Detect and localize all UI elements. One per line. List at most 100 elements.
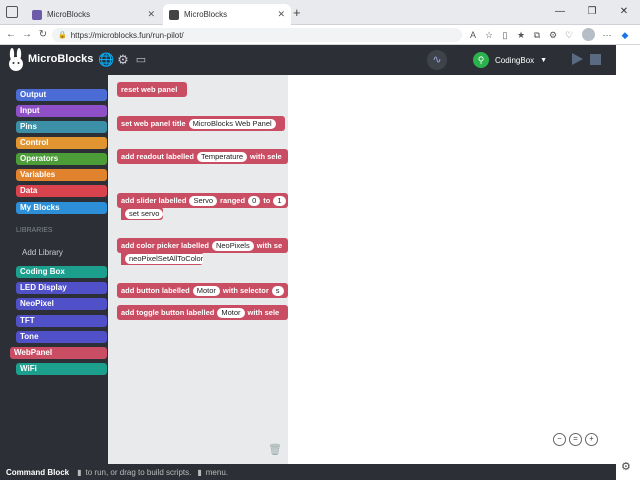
chevron-down-icon: ▼ <box>540 56 548 64</box>
block-label: add toggle button labelled <box>121 308 215 317</box>
favorite-icon[interactable]: ☆ <box>482 28 496 42</box>
category-pins[interactable]: Pins <box>16 121 107 133</box>
profile-avatar[interactable] <box>582 28 595 41</box>
url-field[interactable]: 🔒 https://microblocks.fun/run-pilot/ <box>52 28 462 42</box>
zoom-in-icon[interactable]: + <box>585 433 598 446</box>
block-add-slider[interactable]: add slider labelled Servo ranged 0 to 1 <box>117 193 288 208</box>
block-label: ranged <box>220 196 246 205</box>
favorites-icon[interactable]: ★ <box>514 28 528 42</box>
block-label: reset web panel <box>121 85 178 94</box>
scripting-area[interactable] <box>288 75 616 464</box>
label-input[interactable]: Temperature <box>196 151 248 162</box>
max-input[interactable]: 1 <box>273 195 286 206</box>
browser-sidebar <box>616 45 640 480</box>
block-label: with se <box>256 241 283 250</box>
file-icon[interactable]: ▭ <box>134 53 148 67</box>
label-input[interactable]: Motor <box>217 307 245 318</box>
status-menu-hint: menu. <box>205 467 228 477</box>
library-neopixel[interactable]: NeoPixel <box>16 298 107 310</box>
block-label: add slider labelled <box>121 196 187 205</box>
lock-icon: 🔒 <box>58 32 67 39</box>
library-led-display[interactable]: LED Display <box>16 282 107 294</box>
add-library-button[interactable]: Add Library <box>22 248 63 257</box>
block-set-servo[interactable]: set servo <box>121 207 163 220</box>
tab-title: MicroBlocks <box>184 10 228 19</box>
more-icon[interactable]: ⋯ <box>600 28 614 42</box>
block-label: with sele <box>247 308 280 317</box>
block-neopixel-set-all[interactable]: neoPixelSetAllToColor <box>121 252 203 265</box>
globe-icon[interactable]: 🌐 <box>98 53 114 67</box>
collections-icon[interactable]: ⧉ <box>530 28 544 42</box>
block-label: with sele <box>250 152 282 161</box>
refresh-icon[interactable]: ↻ <box>36 25 50 45</box>
handler-input[interactable]: set servo <box>125 208 163 219</box>
label-input[interactable]: NeoPixels <box>211 240 254 251</box>
libraries-heading: LIBRARIES <box>16 227 53 234</box>
library-webpanel[interactable]: WebPanel <box>10 347 107 359</box>
zoom-reset-icon[interactable]: = <box>569 433 582 446</box>
label-input[interactable]: Servo <box>189 195 218 206</box>
gear-icon[interactable]: ⚙ <box>116 53 130 67</box>
copilot-icon[interactable]: ◆ <box>618 28 632 42</box>
library-tone[interactable]: Tone <box>16 331 107 343</box>
category-operators[interactable]: Operators <box>16 153 107 165</box>
new-tab-icon[interactable]: + <box>293 5 301 20</box>
minimize-button[interactable]: — <box>544 0 576 24</box>
library-tft[interactable]: TFT <box>16 315 107 327</box>
category-control[interactable]: Control <box>16 137 107 149</box>
tab-actions-icon[interactable] <box>6 6 18 18</box>
maximize-button[interactable]: ❐ <box>576 0 608 24</box>
sidebar-settings-icon[interactable]: ⚙ <box>621 460 631 473</box>
window-controls: — ❐ ✕ <box>544 0 640 24</box>
trash-icon[interactable]: 🗑 <box>268 443 282 456</box>
forward-icon[interactable]: → <box>20 25 34 45</box>
board-selector[interactable]: ⚲ CodingBox ▼ <box>473 51 553 69</box>
block-add-readout[interactable]: add readout labelled Temperature with se… <box>117 149 288 164</box>
category-input[interactable]: Input <box>16 105 107 117</box>
block-label: with selector <box>222 286 269 295</box>
status-hint: to run, or drag to build scripts. <box>85 467 192 477</box>
block-reset-web-panel[interactable]: reset web panel <box>117 82 187 97</box>
read-aloud-icon[interactable]: A <box>466 28 480 42</box>
start-button[interactable] <box>572 53 583 65</box>
library-coding-box[interactable]: Coding Box <box>16 266 107 278</box>
library-blocks-column <box>108 75 288 464</box>
min-input[interactable]: 0 <box>248 195 261 206</box>
split-screen-icon[interactable]: ▯ <box>498 28 512 42</box>
block-add-color-picker[interactable]: add color picker labelled NeoPixels with… <box>117 238 288 253</box>
microblocks-favicon-icon <box>169 9 179 20</box>
mouse-icon: ▮ <box>77 467 82 477</box>
app-title: MicroBlocks <box>28 53 94 65</box>
category-data[interactable]: Data <box>16 185 107 197</box>
tab-title: MicroBlocks <box>47 10 91 19</box>
address-bar-row: ← → ↻ 🔒 https://microblocks.fun/run-pilo… <box>0 25 640 45</box>
browser-essentials-icon[interactable]: ♡ <box>562 28 576 42</box>
back-icon[interactable]: ← <box>4 25 18 45</box>
microblocks-favicon-icon <box>32 9 42 20</box>
stop-button[interactable] <box>590 54 601 65</box>
graph-icon[interactable]: ∿ <box>427 50 447 70</box>
close-tab-icon[interactable]: ✕ <box>147 9 155 20</box>
browser-tab-1[interactable]: MicroBlocks ✕ <box>26 4 161 25</box>
block-label: add readout labelled <box>121 152 194 161</box>
block-add-toggle-button[interactable]: add toggle button labelled Motor with se… <box>117 305 288 320</box>
handler-input[interactable]: neoPixelSetAllToColor <box>125 253 203 264</box>
block-set-web-panel-title[interactable]: set web panel title MicroBlocks Web Pane… <box>117 116 285 131</box>
library-wifi[interactable]: WiFi <box>16 363 107 375</box>
title-input[interactable]: MicroBlocks Web Panel <box>188 118 276 129</box>
block-label: add color picker labelled <box>121 241 209 250</box>
close-window-button[interactable]: ✕ <box>608 0 640 24</box>
zoom-out-icon[interactable]: − <box>553 433 566 446</box>
category-output[interactable]: Output <box>16 89 107 101</box>
browser-tab-2[interactable]: MicroBlocks ✕ <box>163 4 291 25</box>
status-bar: Command Block ▮ to run, or drag to build… <box>0 464 616 480</box>
close-tab-icon[interactable]: ✕ <box>277 9 285 20</box>
category-my-blocks[interactable]: My Blocks <box>16 202 107 214</box>
status-title: Command Block <box>6 467 70 477</box>
block-add-button[interactable]: add button labelled Motor with selector … <box>117 283 288 298</box>
category-variables[interactable]: Variables <box>16 169 107 181</box>
mouse-icon: ▮ <box>197 467 202 477</box>
label-input[interactable]: Motor <box>192 285 220 296</box>
extensions-icon[interactable]: ⚙ <box>546 28 560 42</box>
selector-input[interactable]: s <box>271 285 284 296</box>
